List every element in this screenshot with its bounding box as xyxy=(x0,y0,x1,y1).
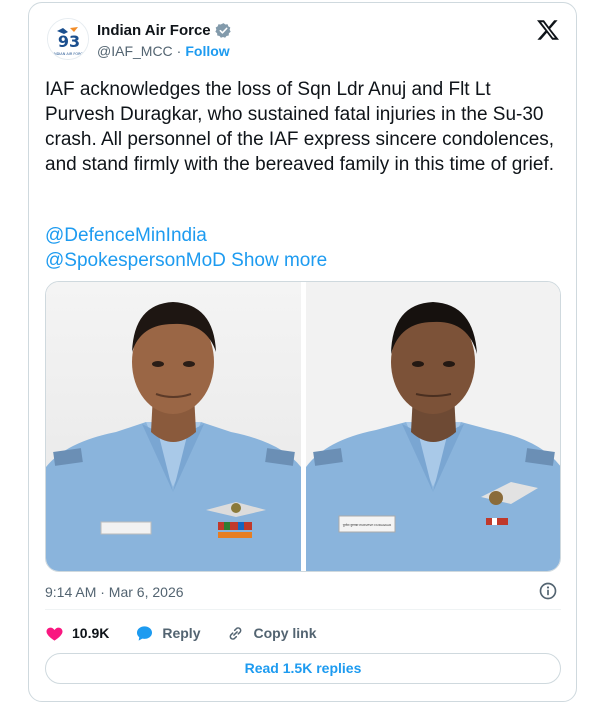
reply-icon xyxy=(137,625,153,641)
photo-sqn-ldr-anuj[interactable] xyxy=(46,282,301,571)
name-row: Indian Air Force xyxy=(97,22,232,39)
copy-link-button[interactable]: Copy link xyxy=(226,624,317,643)
link-icon xyxy=(230,626,242,640)
mentions-block: @DefenceMinIndia @SpokespersonMoD Show m… xyxy=(45,223,555,273)
action-bar: 10.9K Reply Copy link xyxy=(45,623,343,643)
mention-defence-min-india[interactable]: @DefenceMinIndia xyxy=(45,225,207,246)
avatar-caption: INDIAN AIR FORCE xyxy=(53,52,85,56)
separator-dot: · xyxy=(176,43,182,59)
reply-label: Reply xyxy=(162,625,201,641)
reply-button[interactable]: Reply xyxy=(135,624,200,643)
author-handle[interactable]: @IAF_MCC xyxy=(97,43,173,59)
photo-name-tag: पुरवेश दुरगकर PURVESH DURAGKAR xyxy=(342,523,391,527)
photo-flt-lt-purvesh-duragkar[interactable]: पुरवेश दुरगकर PURVESH DURAGKAR xyxy=(305,282,560,571)
tweet-card: 93 INDIAN AIR FORCE Indian Air Force @IA… xyxy=(28,2,577,702)
heart-icon xyxy=(46,627,63,641)
media-grid: पुरवेश दुरगकर PURVESH DURAGKAR xyxy=(45,281,561,572)
follow-button[interactable]: Follow xyxy=(185,43,229,59)
like-count: 10.9K xyxy=(72,625,110,641)
x-logo-icon[interactable] xyxy=(536,18,560,42)
divider xyxy=(45,609,561,610)
iaf-logo-icon: 93 INDIAN AIR FORCE xyxy=(48,19,88,59)
copy-link-label: Copy link xyxy=(253,625,317,641)
like-button[interactable]: 10.9K xyxy=(45,624,109,643)
tweet-timestamp[interactable]: 9:14 AM · Mar 6, 2026 xyxy=(45,584,184,600)
handle-row: @IAF_MCC · Follow xyxy=(97,43,230,59)
info-icon[interactable] xyxy=(538,581,558,601)
verified-icon xyxy=(214,23,231,38)
read-replies-button[interactable]: Read 1.5K replies xyxy=(45,653,561,684)
tweet-header: 93 INDIAN AIR FORCE Indian Air Force @IA… xyxy=(47,16,562,66)
tweet-text: IAF acknowledges the loss of Sqn Ldr Anu… xyxy=(45,79,560,175)
avatar[interactable]: 93 INDIAN AIR FORCE xyxy=(47,18,89,60)
mention-spokesperson-mod[interactable]: @SpokespersonMoD xyxy=(45,250,226,271)
author-name[interactable]: Indian Air Force xyxy=(97,22,211,39)
avatar-number: 93 xyxy=(58,32,80,51)
show-more-link[interactable]: Show more xyxy=(231,250,327,271)
